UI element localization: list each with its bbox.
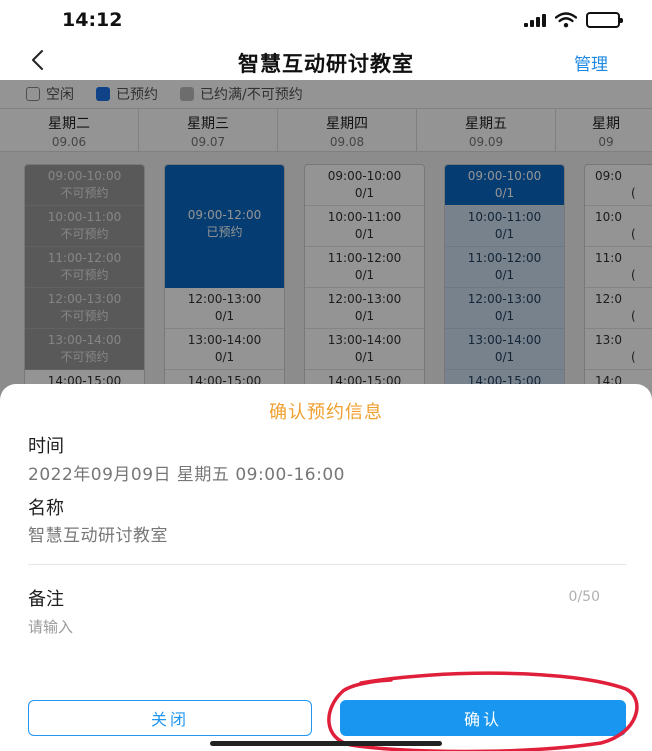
remark-input[interactable] bbox=[28, 612, 588, 642]
sheet-title: 确认预约信息 bbox=[269, 402, 383, 423]
status-icons bbox=[524, 12, 623, 28]
remark-label: 备注 bbox=[28, 589, 64, 610]
back-button[interactable] bbox=[22, 42, 52, 78]
close-button[interactable]: 关闭 bbox=[28, 700, 312, 736]
time-value: 2022年09月09日 星期五 09:00-16:00 bbox=[28, 465, 345, 485]
battery-icon bbox=[586, 12, 623, 28]
nav-bar: 智慧互动研讨教室 管理 bbox=[0, 42, 652, 80]
time-label: 时间 bbox=[28, 436, 64, 457]
wifi-icon bbox=[555, 12, 577, 28]
chevron-left-icon bbox=[32, 50, 43, 70]
confirm-button[interactable]: 确认 bbox=[340, 700, 626, 736]
remark-char-counter: 0/50 bbox=[568, 589, 600, 605]
confirm-booking-sheet: 确认预约信息 时间 2022年09月09日 星期五 09:00-16:00 名称… bbox=[0, 384, 652, 751]
page-title: 智慧互动研讨教室 bbox=[238, 52, 414, 76]
manage-button[interactable]: 管理 bbox=[574, 50, 608, 75]
name-value: 智慧互动研讨教室 bbox=[28, 526, 168, 546]
signal-icon bbox=[524, 13, 546, 27]
name-label: 名称 bbox=[28, 498, 64, 519]
status-bar: 14:12 bbox=[0, 0, 652, 42]
status-time: 14:12 bbox=[62, 9, 123, 31]
divider bbox=[28, 564, 626, 565]
home-indicator bbox=[210, 741, 442, 746]
